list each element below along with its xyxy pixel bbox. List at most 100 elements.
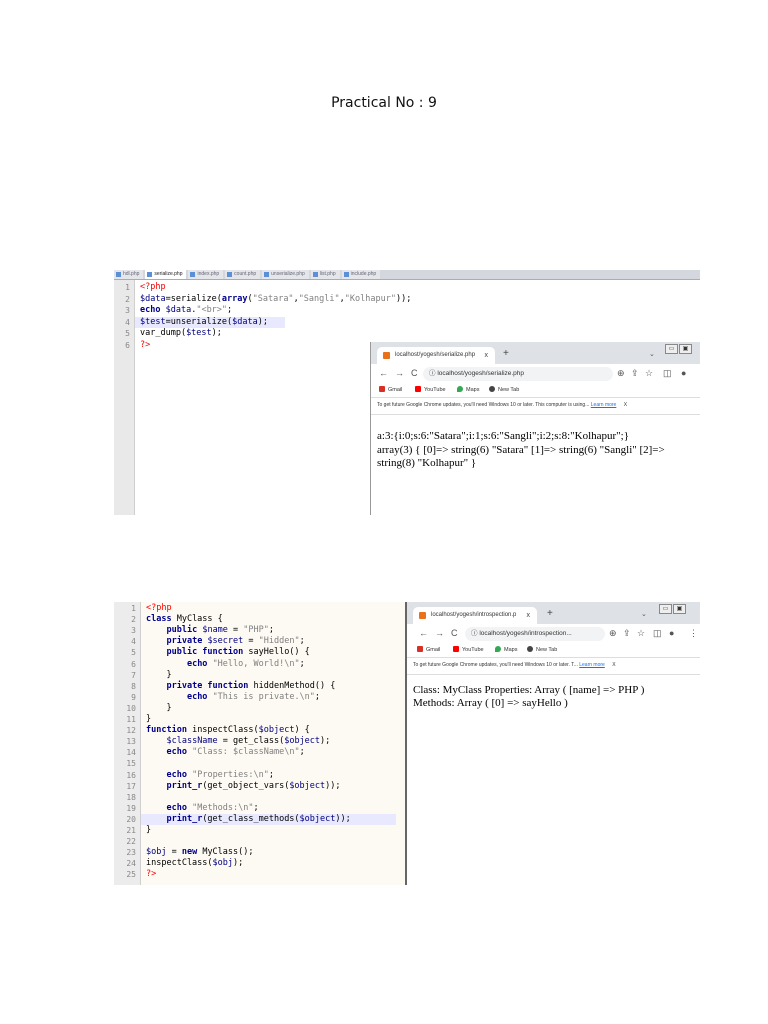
code-line[interactable]: ?> xyxy=(140,340,150,352)
tab-search-icon[interactable]: ⌄ xyxy=(641,610,647,618)
address-bar[interactable]: ⓘ localhost/yogesh/introspection... xyxy=(465,627,605,641)
code-token: new xyxy=(181,847,198,858)
output-line: array(3) { [0]=> string(6) "Satara" [1]=… xyxy=(377,443,665,456)
editor-tab[interactable]: index.php xyxy=(188,270,224,279)
maximize-icon[interactable]: ▣ xyxy=(679,344,692,354)
restore-icon[interactable]: ▭ xyxy=(659,604,672,614)
code-line[interactable]: echo "Class: $className\n"; xyxy=(146,747,304,758)
code-line[interactable]: echo $data."<br>"; xyxy=(140,305,232,317)
code-token: ; xyxy=(227,305,233,316)
code-line[interactable]: echo "Methods:\n"; xyxy=(146,803,258,814)
code-line[interactable]: <?php xyxy=(140,282,166,294)
code-token: public function xyxy=(166,647,244,658)
back-icon[interactable]: ← xyxy=(419,628,428,638)
browser-toolbar: ← → C ⓘ localhost/yogesh/introspection..… xyxy=(407,624,700,644)
side-panel-icon[interactable]: ◫ xyxy=(653,628,662,639)
bookmark-youtube[interactable]: YouTube xyxy=(453,646,484,653)
bookmark-maps[interactable]: Maps xyxy=(457,386,479,393)
code-line[interactable]: inspectClass($obj); xyxy=(146,858,243,869)
code-token: hiddenMethod() { xyxy=(248,680,336,691)
profile-icon[interactable]: ● xyxy=(669,628,674,638)
share-icon[interactable]: ⇪ xyxy=(631,368,639,379)
browser-tab-strip: localhost/yogesh/serialize.php x + ⌄ ▭ ▣ xyxy=(371,342,700,364)
editor-tab[interactable]: include.php xyxy=(341,270,381,279)
reload-icon[interactable]: C xyxy=(411,368,418,378)
line-number: 12 xyxy=(126,726,136,736)
share-icon[interactable]: ⇪ xyxy=(623,628,631,639)
code-line[interactable]: $obj = new MyClass(); xyxy=(146,847,254,858)
maps-icon xyxy=(495,646,501,652)
bookmark-gmail[interactable]: Gmail xyxy=(379,386,402,393)
close-tab-icon[interactable]: x xyxy=(527,607,531,624)
code-line[interactable]: } xyxy=(146,714,151,725)
code-line[interactable]: class MyClass { xyxy=(146,614,223,625)
menu-icon[interactable]: ⋮ xyxy=(689,628,698,639)
code-line[interactable]: function inspectClass($object) { xyxy=(146,725,310,736)
code-line[interactable]: ?> xyxy=(146,869,156,880)
code-line[interactable]: public function sayHello() { xyxy=(146,647,309,658)
code-token: $data xyxy=(140,293,166,304)
forward-icon[interactable]: → xyxy=(435,628,444,638)
zoom-icon[interactable]: ⊕ xyxy=(609,628,617,639)
editor-tab[interactable]: list.php xyxy=(310,270,340,279)
site-info-icon[interactable]: ⓘ xyxy=(429,370,436,377)
code-line[interactable]: print_r(get_class_methods($object)); xyxy=(146,814,350,825)
close-tab-icon[interactable]: x xyxy=(485,347,489,364)
bookmark-new-tab[interactable]: New Tab xyxy=(489,386,519,393)
infobar-close-icon[interactable]: X xyxy=(612,662,615,668)
code-line[interactable]: print_r(get_object_vars($object)); xyxy=(146,781,340,792)
forward-icon[interactable]: → xyxy=(395,368,404,378)
restore-icon[interactable]: ▭ xyxy=(665,344,678,354)
bookmark-youtube[interactable]: YouTube xyxy=(415,386,446,393)
new-tab-button[interactable]: + xyxy=(547,608,553,619)
code-line[interactable]: var_dump($test); xyxy=(140,328,222,340)
output-line: a:3:{i:0;s:6:"Satara";i:1;s:6:"Sangli";i… xyxy=(377,430,629,442)
code-line[interactable]: echo "Hello, World!\n"; xyxy=(146,659,305,670)
browser-tab[interactable]: localhost/yogesh/introspection.p x xyxy=(413,607,537,624)
code-line[interactable]: $className = get_class($object); xyxy=(146,736,330,747)
bookmark-star-icon[interactable]: ☆ xyxy=(637,628,645,639)
code-editor[interactable]: 1 <?php 2 class MyClass {3 public $name = "… xyxy=(114,602,405,885)
code-line[interactable]: } xyxy=(146,703,171,714)
code-line[interactable]: } xyxy=(146,670,171,681)
back-icon[interactable]: ← xyxy=(379,368,388,378)
code-line[interactable]: $test=unserialize($data); xyxy=(140,317,268,329)
browser-tab[interactable]: localhost/yogesh/serialize.php x xyxy=(377,347,495,364)
code-line[interactable]: <?php xyxy=(146,603,172,614)
code-token: echo xyxy=(186,658,208,669)
editor-tab[interactable]: unserialize.php xyxy=(262,270,309,279)
code-line[interactable]: private $secret = "Hidden"; xyxy=(146,636,304,647)
side-panel-icon[interactable]: ◫ xyxy=(663,368,672,379)
address-bar[interactable]: ⓘ localhost/yogesh/serialize.php xyxy=(423,367,613,381)
profile-icon[interactable]: ● xyxy=(681,368,686,378)
maximize-icon[interactable]: ▣ xyxy=(673,604,686,614)
code-line[interactable]: } xyxy=(146,825,151,836)
editor-tab[interactable]: hdl.php xyxy=(114,270,144,279)
editor-tab[interactable]: count.php xyxy=(225,270,261,279)
tab-title: localhost/yogesh/serialize.php xyxy=(395,352,476,358)
code-line[interactable]: echo "Properties:\n"; xyxy=(146,770,274,781)
zoom-icon[interactable]: ⊕ xyxy=(617,368,625,379)
infobar-close-icon[interactable]: X xyxy=(624,402,627,408)
code-token: "Kolhapur" xyxy=(344,293,396,304)
tab-search-icon[interactable]: ⌄ xyxy=(649,350,655,358)
infobar-text: To get future Google Chrome updates, you… xyxy=(377,402,590,408)
new-tab-button[interactable]: + xyxy=(503,348,509,359)
code-line[interactable]: $data=serialize(array("Satara","Sangli",… xyxy=(140,294,411,306)
bookmark-maps[interactable]: Maps xyxy=(495,646,517,653)
reload-icon[interactable]: C xyxy=(451,628,458,638)
code-line[interactable]: echo "This is private.\n"; xyxy=(146,692,320,703)
new-tab-icon xyxy=(489,386,495,392)
learn-more-link[interactable]: Learn more xyxy=(591,402,617,408)
bookmark-star-icon[interactable]: ☆ xyxy=(645,368,653,379)
bookmark-gmail[interactable]: Gmail xyxy=(417,646,440,653)
site-info-icon[interactable]: ⓘ xyxy=(471,630,478,637)
learn-more-link[interactable]: Learn more xyxy=(579,662,605,668)
bookmark-new-tab[interactable]: New Tab xyxy=(527,646,557,653)
editor-tab[interactable]: serialize.php xyxy=(145,270,187,279)
code-line[interactable]: public $name = "PHP"; xyxy=(146,625,274,636)
code-line[interactable]: private function hiddenMethod() { xyxy=(146,681,335,692)
code-token: function xyxy=(146,725,187,736)
